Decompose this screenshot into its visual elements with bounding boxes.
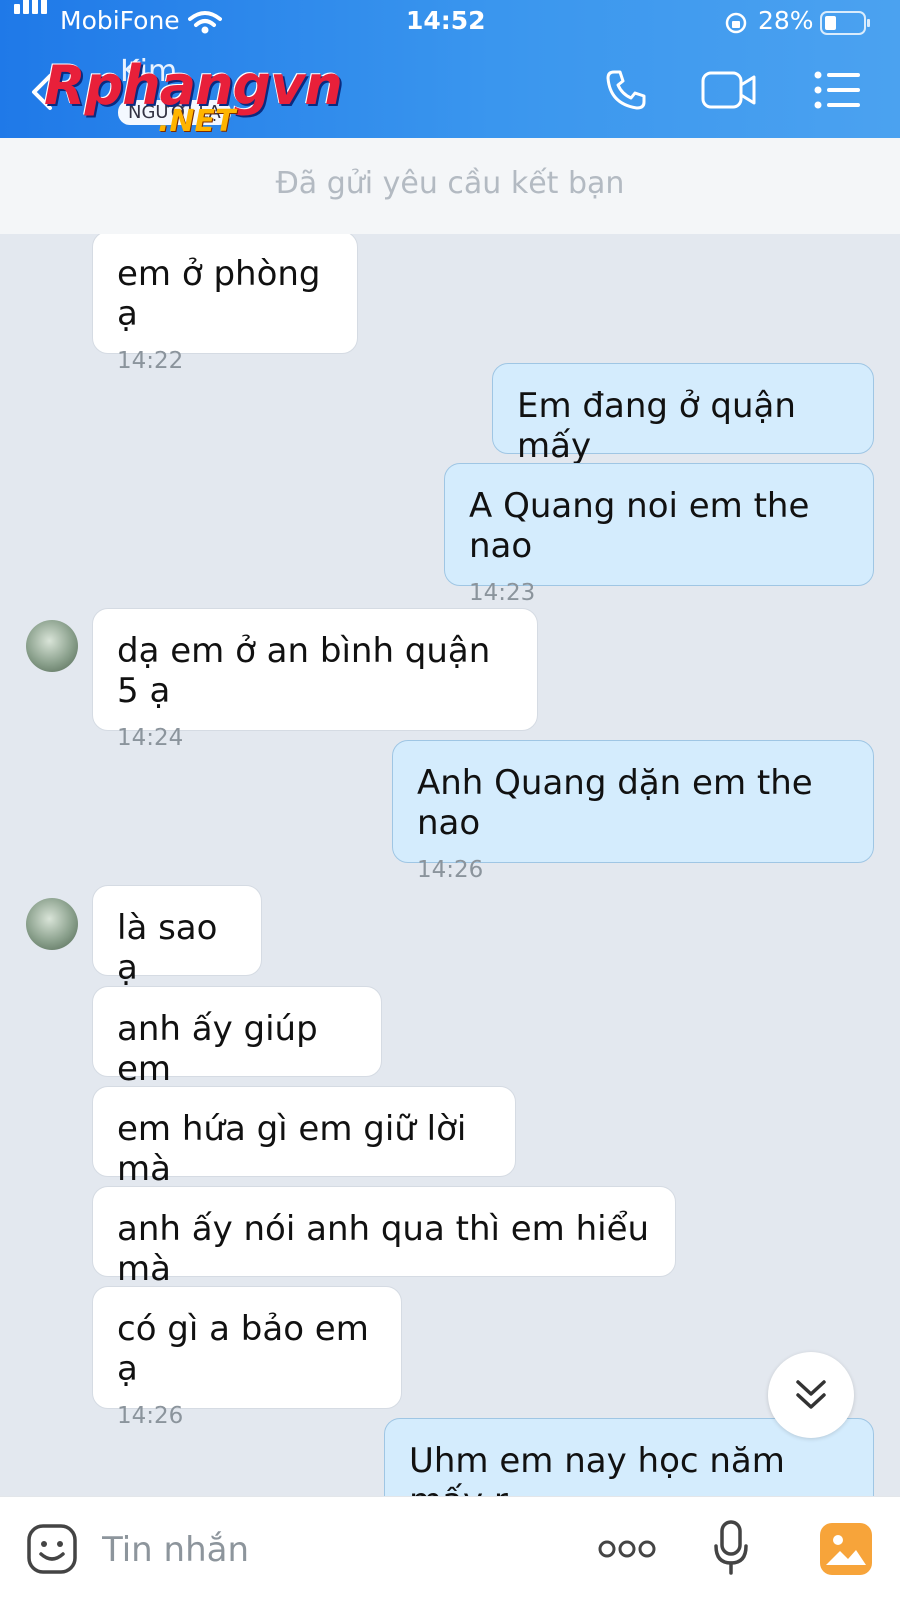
avatar[interactable]: [26, 898, 78, 950]
chat-header: MobiFone 14:52 28% Kim NGƯỜI LẠ Rphangvn…: [0, 0, 900, 139]
friend-request-banner: Đã gửi yêu cầu kết bạn: [0, 138, 900, 234]
rotation-lock-icon: [725, 12, 747, 34]
status-bar: MobiFone 14:52 28%: [0, 0, 900, 44]
message-list[interactable]: em ở phòng ạ 14:22 Em đang ở quận mấy A …: [0, 234, 900, 1496]
message-bubble[interactable]: em ở phòng ạ 14:22: [92, 234, 358, 374]
menu-icon[interactable]: [814, 70, 862, 110]
message-bubble[interactable]: Anh Quang dặn em the nao 14:26: [392, 740, 874, 883]
carrier-label: MobiFone: [60, 6, 180, 35]
message-input[interactable]: [100, 1519, 564, 1581]
message-bubble[interactable]: anh ấy giúp em: [92, 986, 382, 1089]
message-text: em ở phòng ạ: [117, 254, 321, 334]
message-bubble[interactable]: dạ em ở an bình quận 5 ạ 14:24: [92, 608, 538, 751]
message-text: là sao ạ: [117, 908, 218, 988]
battery-percent: 28%: [758, 6, 814, 35]
battery-icon: [820, 11, 870, 35]
message-bubble[interactable]: có gì a bảo em ạ 14:26: [92, 1286, 402, 1429]
wifi-icon: [188, 11, 222, 34]
message-time: 14:26: [117, 1403, 184, 1429]
more-icon[interactable]: [598, 1539, 656, 1559]
message-text: Uhm em nay học năm mấy r: [409, 1441, 785, 1496]
message-text: anh ấy giúp em: [117, 1009, 318, 1089]
message-text: A Quang noi em the nao: [469, 486, 810, 566]
message-text: có gì a bảo em ạ: [117, 1309, 369, 1389]
image-icon[interactable]: [818, 1521, 874, 1577]
message-bubble[interactable]: A Quang noi em the nao 14:23: [444, 463, 874, 606]
message-text: Anh Quang dặn em the nao: [417, 763, 813, 843]
avatar[interactable]: [26, 620, 78, 672]
message-text: anh ấy nói anh qua thì em hiểu mà: [117, 1209, 650, 1289]
message-text: em hứa gì em giữ lời mà: [117, 1109, 467, 1189]
double-chevron-down-icon: [796, 1380, 826, 1409]
message-text: Em đang ở quận mấy: [517, 386, 796, 466]
message-composer: [0, 1496, 900, 1601]
watermark-logo-suffix: .NET: [158, 104, 236, 139]
nav-bar: Kim NGƯỜI LẠ Rphangvn .NET: [0, 46, 900, 139]
mic-icon[interactable]: [712, 1519, 750, 1577]
emoji-icon[interactable]: [26, 1523, 78, 1575]
message-text: dạ em ở an bình quận 5 ạ: [117, 631, 491, 711]
message-time: 14:22: [117, 348, 184, 374]
video-icon[interactable]: [700, 70, 758, 110]
message-bubble[interactable]: là sao ạ: [92, 885, 262, 988]
message-bubble[interactable]: Em đang ở quận mấy: [492, 363, 874, 466]
phone-icon[interactable]: [604, 68, 648, 112]
clock: 14:52: [406, 6, 486, 35]
scroll-to-bottom-button[interactable]: [768, 1352, 854, 1438]
message-time: 14:26: [417, 857, 484, 883]
message-bubble[interactable]: anh ấy nói anh qua thì em hiểu mà: [92, 1186, 676, 1289]
message-time: 14:23: [469, 580, 536, 606]
message-bubble[interactable]: em hứa gì em giữ lời mà: [92, 1086, 516, 1189]
